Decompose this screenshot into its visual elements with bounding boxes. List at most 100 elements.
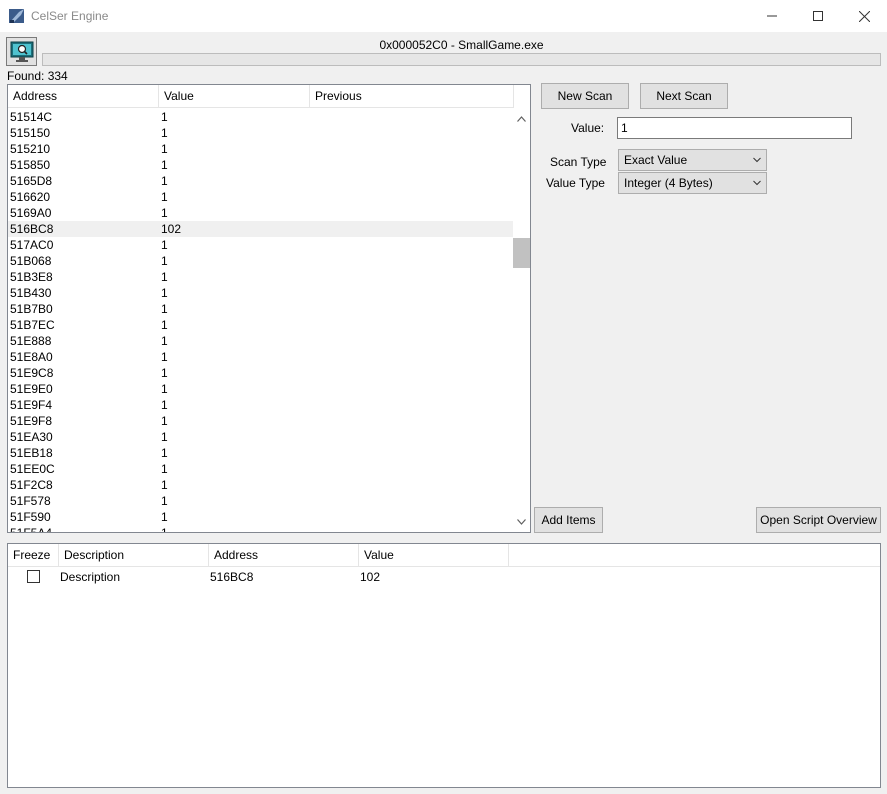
row-address: 51E9F8 xyxy=(10,414,53,428)
column-description[interactable]: Description xyxy=(59,544,209,567)
column-freeze[interactable]: Freeze xyxy=(8,544,59,567)
row-address: 51B3E8 xyxy=(10,270,53,284)
list-item[interactable]: 51E9F4 1 xyxy=(8,397,514,413)
list-item[interactable]: 51B7EC 1 xyxy=(8,317,514,333)
row-address: 516620 xyxy=(10,190,51,204)
list-item[interactable]: 51B430 1 xyxy=(8,285,514,301)
row-address: 51B7B0 xyxy=(10,302,53,316)
close-icon xyxy=(858,10,870,22)
list-item[interactable]: 51F578 1 xyxy=(8,493,514,509)
list-item[interactable]: 51EA30 1 xyxy=(8,429,514,445)
scrollbar-thumb[interactable] xyxy=(513,238,530,268)
list-item[interactable]: 51F590 1 xyxy=(8,509,514,525)
list-item[interactable]: 517AC0 1 xyxy=(8,237,514,253)
scan-type-select[interactable]: Exact Value xyxy=(618,149,767,171)
row-value: 1 xyxy=(161,126,168,140)
row-address: 5165D8 xyxy=(10,174,53,188)
list-item[interactable]: 51514C 1 xyxy=(8,109,514,125)
list-item[interactable]: 515210 1 xyxy=(8,141,514,157)
list-item[interactable]: 51EE0C 1 xyxy=(8,461,514,477)
add-items-button[interactable]: Add Items xyxy=(534,507,603,533)
title-bar: CelSer Engine xyxy=(0,0,887,32)
new-scan-button[interactable]: New Scan xyxy=(541,83,629,109)
column-value[interactable]: Value xyxy=(159,85,310,108)
value-type-value: Integer (4 Bytes) xyxy=(624,176,713,190)
list-item[interactable]: 51B7B0 1 xyxy=(8,301,514,317)
row-value: 1 xyxy=(161,446,168,460)
row-value: 1 xyxy=(161,158,168,172)
open-script-overview-button[interactable]: Open Script Overview xyxy=(756,507,881,533)
row-address: 51E888 xyxy=(10,334,52,348)
row-address: 51E8A0 xyxy=(10,350,53,364)
list-item[interactable]: 5169A0 1 xyxy=(8,205,514,221)
scroll-up-button[interactable] xyxy=(513,110,530,127)
row-value: 1 xyxy=(161,462,168,476)
row-value: 102 xyxy=(161,222,182,236)
row-value: 102 xyxy=(360,570,381,584)
list-item[interactable]: 51B068 1 xyxy=(8,253,514,269)
scroll-down-button[interactable] xyxy=(513,513,530,530)
list-item[interactable]: 51F2C8 1 xyxy=(8,477,514,493)
celser-engine-icon xyxy=(9,9,24,23)
row-address: 51F5A4 xyxy=(10,526,53,533)
table-row[interactable]: Description 516BC8 102 xyxy=(8,568,880,586)
freeze-checkbox[interactable] xyxy=(27,570,40,583)
row-value: 1 xyxy=(161,494,168,508)
row-value: 1 xyxy=(161,190,168,204)
next-scan-button[interactable]: Next Scan xyxy=(640,83,728,109)
row-value: 1 xyxy=(161,270,168,284)
scan-results-rows: 51514C 1 515150 1 515210 1 515850 1 5165D8 1 51662… xyxy=(8,109,514,533)
list-item[interactable]: 51B3E8 1 xyxy=(8,269,514,285)
scan-results-scrollbar[interactable] xyxy=(513,108,530,532)
list-item[interactable]: 51E9F8 1 xyxy=(8,413,514,429)
select-process-button[interactable] xyxy=(6,37,37,66)
list-item[interactable]: 51E9E0 1 xyxy=(8,381,514,397)
row-value: 1 xyxy=(161,430,168,444)
scan-progress-bar xyxy=(42,53,881,66)
address-table[interactable]: Freeze Description Address Value Descrip… xyxy=(7,543,881,788)
close-button[interactable] xyxy=(841,0,887,32)
list-item[interactable]: 5165D8 1 xyxy=(8,173,514,189)
list-item[interactable]: 51EB18 1 xyxy=(8,445,514,461)
list-item[interactable]: 51E8A0 1 xyxy=(8,349,514,365)
chevron-down-icon xyxy=(517,518,526,525)
column-address[interactable]: Address xyxy=(8,85,159,108)
process-label: 0x000052C0 - SmallGame.exe xyxy=(379,38,544,52)
minimize-button[interactable] xyxy=(749,0,795,32)
row-address: 515150 xyxy=(10,126,51,140)
row-value: 1 xyxy=(161,318,168,332)
list-item[interactable]: 51E888 1 xyxy=(8,333,514,349)
list-item[interactable]: 51F5A4 1 xyxy=(8,525,514,533)
row-address: 51F2C8 xyxy=(10,478,53,492)
row-address: 51E9C8 xyxy=(10,366,54,380)
list-item[interactable]: 516620 1 xyxy=(8,189,514,205)
column-address[interactable]: Address xyxy=(209,544,359,567)
column-value[interactable]: Value xyxy=(359,544,509,567)
list-item[interactable]: 51E9C8 1 xyxy=(8,365,514,381)
row-value: 1 xyxy=(161,382,168,396)
row-address: 51514C xyxy=(10,110,53,124)
maximize-button[interactable] xyxy=(795,0,841,32)
row-address: 51B7EC xyxy=(10,318,55,332)
maximize-icon xyxy=(813,11,823,21)
value-type-select[interactable]: Integer (4 Bytes) xyxy=(618,172,767,194)
chevron-down-icon xyxy=(753,157,761,163)
scan-results-list[interactable]: Address Value Previous 51514C 1 515150 1 515… xyxy=(7,84,531,533)
row-address: 517AC0 xyxy=(10,238,54,252)
list-item[interactable]: 516BC8 102 xyxy=(8,221,514,237)
row-value: 1 xyxy=(161,238,168,252)
value-input[interactable]: 1 xyxy=(617,117,852,139)
row-value: 1 xyxy=(161,478,168,492)
found-count: Found: 334 xyxy=(7,69,68,83)
row-value: 1 xyxy=(161,286,168,300)
row-address: 515210 xyxy=(10,142,51,156)
column-previous[interactable]: Previous xyxy=(310,85,514,108)
row-value: 1 xyxy=(161,334,168,348)
chevron-down-icon xyxy=(753,180,761,186)
list-item[interactable]: 515850 1 xyxy=(8,157,514,173)
scan-type-value: Exact Value xyxy=(624,153,688,167)
row-address: 51F590 xyxy=(10,510,51,524)
list-item[interactable]: 515150 1 xyxy=(8,125,514,141)
row-value: 1 xyxy=(161,414,168,428)
row-address: 51E9E0 xyxy=(10,382,53,396)
